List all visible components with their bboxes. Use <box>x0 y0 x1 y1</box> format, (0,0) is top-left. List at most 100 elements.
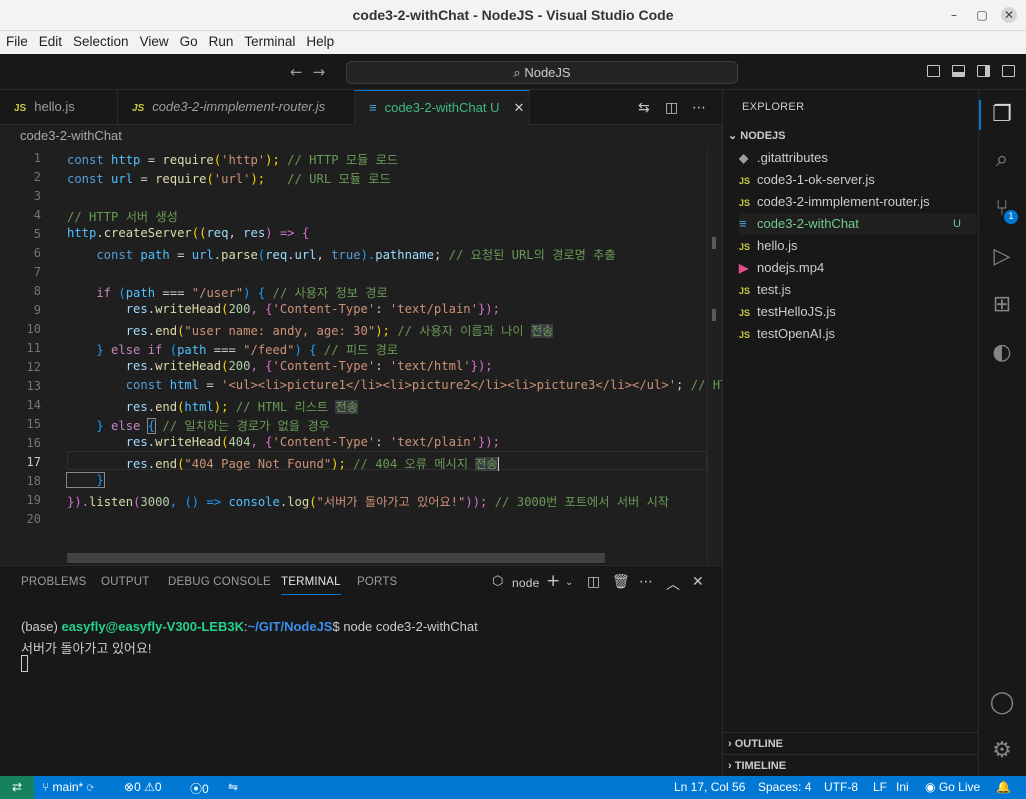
code-line: const url = require('url'); // URL 모듈 로드 <box>67 172 391 186</box>
command-center-label: NodeJS <box>524 65 571 80</box>
more-actions-icon[interactable]: ⋯ <box>639 574 653 590</box>
open-changes-icon[interactable]: ⇆ <box>638 100 650 116</box>
code-line: res.writeHead(200, {'Content-Type': 'tex… <box>67 359 493 373</box>
tab-output[interactable]: OUTPUT <box>101 576 149 588</box>
terminal-cursor <box>21 655 28 672</box>
explorer-title: EXPLORER <box>742 101 805 113</box>
remote-icon[interactable]: ⇄ <box>0 776 34 799</box>
ports-status[interactable]: ⦿0 <box>190 780 209 797</box>
warning-icon: ⚠ <box>144 780 155 794</box>
terminal-prompt-line[interactable]: (base) easyfly@easyfly-V300-LEB3K:~/GIT/… <box>21 619 478 634</box>
menu-file[interactable]: File <box>0 31 33 49</box>
go-live-button[interactable]: ◉ Go Live <box>925 780 980 794</box>
gear-icon[interactable]: ⚙ <box>989 738 1015 764</box>
tab-immplement-router[interactable]: JS code3-2-immplement-router.js <box>118 90 355 125</box>
file-item[interactable]: ▶ nodejs.mp4 <box>739 257 977 279</box>
file-item[interactable]: JS code3-2-immplement-router.js <box>739 191 977 213</box>
media-file-icon: ▶ <box>739 261 749 275</box>
maximize-icon[interactable]: ▢ <box>974 7 990 23</box>
breadcrumb[interactable]: code3-2-withChat <box>0 126 722 147</box>
menu-help[interactable]: Help <box>300 31 339 49</box>
bell-icon[interactable]: 🔔 <box>996 780 1011 794</box>
line-number: 11 <box>26 341 41 355</box>
minimize-icon[interactable]: – <box>946 7 962 23</box>
split-terminal-icon[interactable]: ◫ <box>587 574 600 590</box>
js-file-icon: JS <box>739 308 751 318</box>
js-file-icon: JS <box>739 286 751 296</box>
line-ending[interactable]: LF <box>873 780 887 794</box>
line-number: 10 <box>26 322 41 336</box>
outline-section[interactable]: › OUTLINE <box>728 738 783 750</box>
more-actions-icon[interactable]: ⋯ <box>692 100 706 116</box>
menu-run[interactable]: Run <box>203 31 239 49</box>
new-terminal-icon[interactable]: + <box>546 571 560 591</box>
editor-tabs: JS hello.js JS code3-2-immplement-router.j… <box>0 90 722 125</box>
maximize-panel-icon[interactable]: ︿ <box>666 574 680 594</box>
js-file-icon: JS <box>739 176 751 186</box>
chevron-down-icon[interactable]: ⌄ <box>565 577 573 588</box>
indentation[interactable]: Spaces: 4 <box>758 780 811 794</box>
code-line: res.end("404 Page Not Found"); // 404 오류… <box>67 457 499 471</box>
line-number: 5 <box>33 227 41 241</box>
problems-status[interactable]: ⊗0 ⚠0 <box>124 780 162 794</box>
file-item[interactable]: JS testHelloJS.js <box>739 301 977 323</box>
line-number: 18 <box>26 474 41 488</box>
customize-layout-icon[interactable] <box>1002 65 1015 77</box>
tab-debug-console[interactable]: DEBUG CONSOLE <box>168 576 271 588</box>
tab-terminal[interactable]: TERMINAL <box>281 576 341 595</box>
file-item[interactable]: JS test.js <box>739 279 977 301</box>
trash-icon[interactable]: 🗑 <box>612 574 630 590</box>
file-item[interactable]: JS hello.js <box>739 235 977 257</box>
toggle-secondary-sidebar-icon[interactable] <box>977 65 990 77</box>
split-editor-icon[interactable]: ◫ <box>665 100 678 116</box>
editor-vertical-scrollbar[interactable] <box>707 147 721 565</box>
line-number: 17 <box>26 455 41 469</box>
menu-selection[interactable]: Selection <box>67 31 134 49</box>
menu-terminal[interactable]: Terminal <box>238 31 300 49</box>
scm-badge: 1 <box>1004 210 1018 224</box>
extensions-icon[interactable]: ⊞ <box>989 292 1015 318</box>
tab-label: code3-2-immplement-router.js <box>152 99 326 114</box>
terminal-output-line: 서버가 돌아가고 있어요! <box>21 641 152 656</box>
chevron-down-icon: ⌄ <box>728 130 741 142</box>
command-center-search[interactable]: ⌕ NodeJS <box>346 61 738 84</box>
file-item[interactable]: ◆ .gitattributes <box>739 147 977 169</box>
search-icon[interactable]: ⌕ <box>989 147 1015 173</box>
run-debug-icon[interactable]: ▷ <box>989 244 1015 270</box>
tab-problems[interactable]: PROBLEMS <box>21 576 87 588</box>
tab-ports[interactable]: PORTS <box>357 576 397 588</box>
file-item-selected[interactable]: ≡ code3-2-withChat U <box>739 213 977 235</box>
bottom-panel: PROBLEMS OUTPUT DEBUG CONSOLE TERMINAL P… <box>0 565 722 776</box>
tab-label: hello.js <box>34 99 75 114</box>
menu-edit[interactable]: Edit <box>33 31 67 49</box>
tab-hello-js[interactable]: JS hello.js <box>0 90 118 125</box>
edge-browser-icon[interactable]: ◐ <box>989 340 1015 366</box>
tab-code3-2-withchat[interactable]: ≡ code3-2-withChat U ✕ <box>355 90 530 125</box>
toggle-primary-sidebar-icon[interactable] <box>927 65 940 77</box>
menu-bar: File Edit Selection View Go Run Terminal Help <box>0 31 1026 54</box>
back-arrow-icon[interactable]: ← <box>290 63 313 81</box>
folder-header[interactable]: ⌄ NODEJS <box>728 129 786 142</box>
explorer-icon[interactable]: ❐ <box>989 102 1015 128</box>
timeline-section[interactable]: › TIMELINE <box>728 760 786 772</box>
file-item[interactable]: JS code3-1-ok-server.js <box>739 169 977 191</box>
cursor-position[interactable]: Ln 17, Col 56 <box>674 780 745 794</box>
code-editor[interactable]: 1 2 3 4 5 6 7 8 9 10 11 12 13 14 15 16 1… <box>0 147 722 565</box>
tab-close-icon[interactable]: ✕ <box>514 100 525 115</box>
menu-view[interactable]: View <box>134 31 174 49</box>
js-file-icon: JS <box>739 242 751 252</box>
branch-status[interactable]: ⑂ main* ⟳ <box>42 780 94 794</box>
toggle-panel-icon[interactable] <box>952 65 965 77</box>
menu-go[interactable]: Go <box>174 31 203 49</box>
terminal-name[interactable]: node <box>512 576 540 590</box>
git-file-icon: ◆ <box>739 151 749 165</box>
encoding[interactable]: UTF-8 <box>824 780 858 794</box>
editor-horizontal-scrollbar[interactable] <box>67 553 605 563</box>
forward-arrow-icon[interactable]: → <box>313 63 336 81</box>
close-panel-icon[interactable]: ✕ <box>692 574 704 590</box>
file-item[interactable]: JS testOpenAI.js <box>739 323 977 345</box>
account-icon[interactable]: ◯ <box>989 690 1015 716</box>
close-icon[interactable]: ✕ <box>1001 7 1017 23</box>
live-share-icon[interactable]: ⇋ <box>228 780 238 794</box>
language-mode[interactable]: Ini <box>896 780 909 794</box>
